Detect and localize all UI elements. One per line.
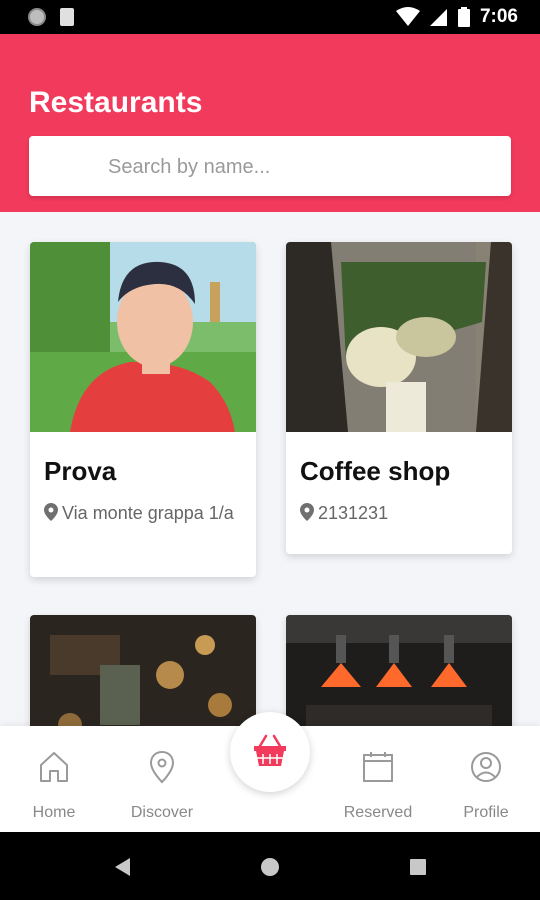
status-time: 7:06 [479,6,518,27]
nav-item-profile[interactable]: Profile [432,726,540,832]
restaurant-card[interactable]: Coffee shop 2131231 [286,242,512,554]
back-icon[interactable] [113,857,131,877]
restaurant-address: 2131231 [318,503,389,523]
calendar-icon [363,752,393,782]
basket-icon [254,734,286,766]
sd-card-icon [60,8,74,26]
profile-icon [471,752,501,782]
nav-item-reserved[interactable]: Reserved [324,726,432,832]
location-pin-icon [44,503,58,521]
restaurant-address: Via monte grappa 1/a [62,503,234,523]
restaurant-name: Prova [44,456,117,486]
restaurant-photo [286,242,512,432]
location-pin-icon [149,750,175,784]
nav-item-discover[interactable]: Discover [108,726,216,832]
nav-label-home: Home [32,804,76,821]
wifi-icon [395,7,420,26]
battery-icon [457,7,470,27]
search-box[interactable] [29,136,511,198]
restaurant-photo [30,242,256,432]
restaurant-name: Coffee shop [300,456,451,486]
recents-icon[interactable] [409,858,427,876]
signal-icon [429,9,447,26]
nav-label-profile: Profile [463,804,509,821]
header: Restaurants [0,34,540,212]
location-pin-icon [300,503,314,521]
page-title: Restaurants [29,86,203,119]
home-circle-icon[interactable] [260,857,280,877]
status-bar: 7:06 [0,0,540,34]
nav-item-home[interactable]: Home [0,726,108,832]
home-icon [40,752,68,782]
notification-dot-icon [28,8,46,26]
system-navigation-bar [0,832,540,900]
search-input[interactable] [106,136,510,198]
restaurant-card[interactable]: Prova Via monte grappa 1/a [30,242,256,577]
nav-label-reserved: Reserved [343,804,413,821]
basket-button[interactable] [230,712,310,792]
nav-label-discover: Discover [130,804,194,821]
